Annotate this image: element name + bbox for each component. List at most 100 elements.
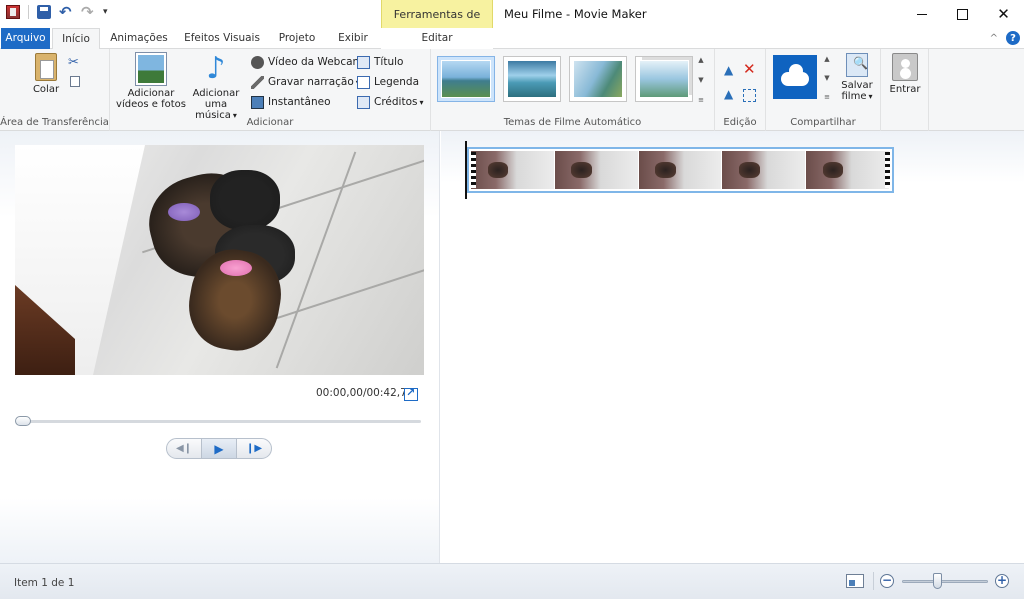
maximize-button[interactable] (942, 0, 983, 28)
undo-icon[interactable]: ↶ (59, 5, 73, 20)
storyboard[interactable] (441, 131, 1024, 563)
share-group-label: Compartilhar (790, 117, 856, 128)
caption-label: Legenda (374, 76, 420, 88)
gallery-down-icon[interactable]: ▼ (698, 76, 703, 84)
clip-frame (554, 151, 639, 189)
save-movie-button[interactable]: Salvar filme (836, 53, 878, 102)
item-count: Item 1 de 1 (14, 577, 75, 589)
share-gallery-scroll: ▲ ▼ ≡ (822, 55, 832, 101)
signin-button[interactable]: Entrar (885, 53, 925, 95)
playhead[interactable] (465, 141, 467, 199)
add-videos-photos-button[interactable]: Adicionar vídeos e fotos (114, 52, 188, 110)
select-all-icon[interactable] (743, 89, 756, 102)
previous-frame-button[interactable]: ◀❙ (167, 439, 201, 458)
rotate-left-icon[interactable]: ▲ (724, 63, 737, 77)
title-label: Título (374, 56, 404, 68)
microphone-icon (251, 75, 264, 89)
play-button[interactable]: ▶ (201, 439, 237, 458)
seek-thumb[interactable] (15, 416, 31, 426)
remove-icon[interactable]: ✕ (743, 62, 756, 77)
onedrive-share-button[interactable] (773, 55, 817, 99)
gallery-more-icon[interactable]: ≡ (698, 96, 704, 104)
video-tools-context-header: Ferramentas de Vídeo (381, 0, 493, 51)
onedrive-cloud-icon (781, 64, 809, 86)
add-group-label: Adicionar (246, 117, 294, 128)
theme-thumbnail[interactable] (503, 56, 561, 102)
tab-edit[interactable]: Editar (381, 28, 493, 49)
title-bar: ↶ ↷ ▾ Ferramentas de Vídeo Meu Filme - M… (0, 0, 1024, 51)
add-videos-label-line2: vídeos e fotos (116, 99, 186, 110)
add-music-label-line1: Adicionar (192, 88, 240, 99)
theme-thumbnail[interactable] (635, 56, 693, 102)
window-controls: ✕ (901, 0, 1024, 28)
help-icon[interactable]: ? (1006, 31, 1020, 45)
editing-group-label: Edição (723, 117, 757, 128)
snapshot-icon (251, 95, 264, 109)
save-icon[interactable] (37, 5, 51, 19)
snapshot-button[interactable]: Instantâneo (251, 93, 331, 111)
tab-visual-effects[interactable]: Efeitos Visuais (180, 28, 264, 49)
preview-pane: 00:00,00/00:42,73 ◀❙ ▶ ❙▶ (0, 131, 440, 563)
clip-filmstrip (471, 151, 890, 189)
gallery-up-icon[interactable]: ▲ (698, 56, 703, 64)
timecode: 00:00,00/00:42,73 (316, 387, 414, 399)
redo-icon[interactable]: ↷ (81, 5, 95, 20)
webcam-video-button[interactable]: Vídeo da Webcam (251, 53, 363, 71)
quick-access-toolbar: ↶ ↷ ▾ (6, 5, 108, 20)
rotate-right-icon[interactable]: ▲ (724, 87, 737, 101)
title-button[interactable]: Título (357, 53, 403, 71)
caption-button[interactable]: Legenda (357, 73, 419, 91)
tab-file[interactable]: Arquivo (1, 28, 50, 49)
clip-frame (806, 151, 890, 189)
share-down-icon[interactable]: ▼ (824, 74, 829, 82)
theme-gallery-scroll: ▲ ▼ ≡ (695, 56, 707, 104)
seek-bar[interactable] (18, 420, 421, 423)
pink-bow (220, 260, 252, 276)
close-button[interactable]: ✕ (983, 0, 1024, 28)
paste-button[interactable]: Colar (28, 53, 64, 95)
music-note-icon: ♪ (206, 51, 226, 86)
share-group: ▲ ▼ ≡ Salvar filme Compartilhar (766, 49, 881, 131)
video-preview[interactable] (15, 145, 424, 375)
credits-button[interactable]: Créditos (357, 93, 424, 111)
zoom-slider-thumb[interactable] (933, 573, 942, 589)
clipboard-group: Colar ✂ Área de Transferência (0, 49, 110, 131)
status-bar: Item 1 de 1 − + (0, 563, 1024, 599)
theme-thumbnail[interactable] (437, 56, 495, 102)
editing-group: ▲ ✕ ▲ Edição (715, 49, 766, 131)
record-narration-button[interactable]: Gravar narração (251, 73, 360, 91)
movie-maker-app-icon[interactable] (6, 5, 20, 19)
thumbnail-view-button[interactable] (846, 574, 864, 588)
title-icon (357, 55, 370, 69)
paste-label: Colar (32, 84, 60, 95)
playback-controls: ◀❙ ▶ ❙▶ (166, 438, 272, 459)
ribbon-right-controls: ^ ? (990, 31, 1020, 45)
zoom-out-icon[interactable]: − (880, 574, 894, 588)
clip-frame (471, 151, 555, 189)
film-perforation (471, 152, 476, 188)
minimize-button[interactable] (901, 0, 942, 28)
save-movie-label-line2: filme (836, 91, 878, 102)
theme-thumbnail[interactable] (569, 56, 627, 102)
copy-icon[interactable] (70, 76, 80, 87)
cut-icon[interactable]: ✂ (68, 55, 81, 70)
theme-preview-image (573, 60, 623, 98)
tab-view[interactable]: Exibir (330, 28, 376, 49)
tab-home[interactable]: Início (52, 28, 100, 50)
share-more-icon[interactable]: ≡ (824, 93, 830, 101)
minimize-ribbon-icon[interactable]: ^ (990, 33, 998, 44)
tab-animations[interactable]: Animações (104, 28, 174, 49)
dog-body (210, 170, 280, 230)
add-music-button[interactable]: ♪ Adicionar uma música (184, 51, 248, 122)
ribbon: Colar ✂ Área de Transferência Adicionar … (0, 49, 1024, 131)
next-frame-button[interactable]: ❙▶ (237, 439, 271, 458)
share-up-icon[interactable]: ▲ (824, 55, 829, 63)
fullscreen-preview-button[interactable] (404, 386, 418, 401)
signin-label: Entrar (889, 84, 921, 95)
video-clip[interactable] (467, 147, 894, 193)
customize-qat-chevron-icon[interactable]: ▾ (103, 7, 108, 17)
zoom-slider[interactable] (902, 580, 988, 583)
film-perforation (885, 152, 890, 188)
zoom-in-icon[interactable]: + (995, 574, 1009, 588)
tab-project[interactable]: Projeto (270, 28, 324, 49)
